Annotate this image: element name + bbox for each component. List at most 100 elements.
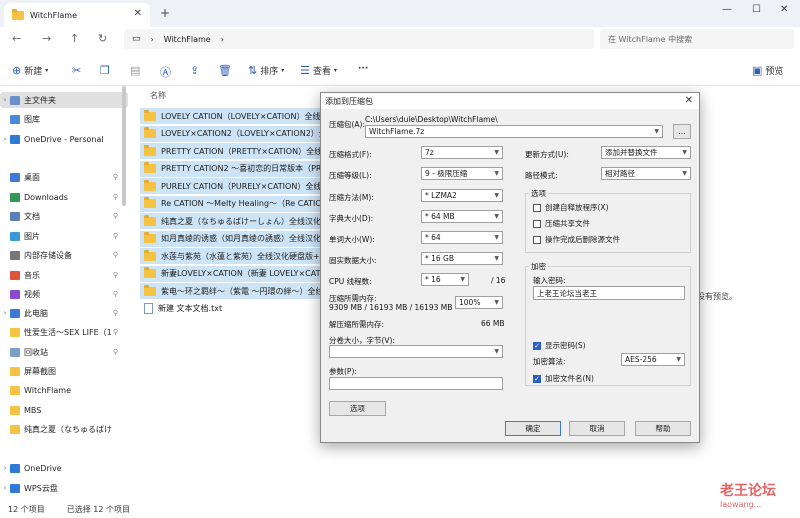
- close-tab-icon[interactable]: ✕: [134, 8, 142, 19]
- file-row[interactable]: 如月真绫的诱惑（如月真绫の誘惑）全线汉化...: [140, 230, 320, 247]
- delete-checkbox[interactable]: 操作完成后删除源文件: [533, 234, 620, 245]
- view-button[interactable]: ☰ 查看 ▾: [300, 64, 337, 77]
- sidebar-item-label: 图库: [24, 114, 40, 124]
- file-row[interactable]: LOVELY CATION（LOVELY×CATION）全线...: [140, 108, 320, 124]
- word-combo[interactable]: * 64 ▼: [421, 231, 503, 244]
- search-input[interactable]: 在 WitchFlame 中搜索: [600, 29, 794, 49]
- method-combo[interactable]: * LZMA2 ▼: [421, 189, 503, 202]
- sfx-checkbox[interactable]: 创建自释放程序(X): [533, 202, 609, 213]
- folder-icon: [144, 284, 156, 296]
- sidebar-item[interactable]: 文档 ⚲: [0, 208, 128, 224]
- update-combo[interactable]: 添加并替换文件 ▼: [601, 146, 691, 159]
- up-icon[interactable]: ↑: [70, 32, 79, 45]
- cancel-button[interactable]: 取消: [569, 421, 625, 436]
- encrypt-names-checkbox[interactable]: ✓ 加密文件名(N): [533, 373, 594, 384]
- sidebar-item[interactable]: › 此电脑 ⚲: [0, 305, 128, 321]
- minimize-icon[interactable]: —: [722, 4, 732, 15]
- new-tab-icon[interactable]: +: [160, 6, 170, 20]
- file-row[interactable]: PRETTY CATION2 ～喜初恋的日常版本（PRET...: [140, 160, 320, 177]
- sidebar-item[interactable]: 纯真之夏（なちゅるばけ: [0, 421, 128, 437]
- chevron-right-icon[interactable]: ›: [0, 135, 10, 143]
- file-row[interactable]: 纯真之夏（なちゅるばけーしょん）全线汉化...: [140, 213, 320, 229]
- sidebar-item[interactable]: Downloads ⚲: [0, 189, 128, 205]
- show-password-checkbox[interactable]: ✓ 显示密码(S): [533, 340, 586, 351]
- file-row[interactable]: PRETTY CATION（PRETTY×CATION）全线...: [140, 143, 320, 159]
- file-row[interactable]: PURELY CATION（PURELY×CATION）全线...: [140, 178, 320, 194]
- chevron-right-icon[interactable]: ›: [0, 484, 10, 492]
- sidebar-item[interactable]: MBS: [0, 402, 128, 418]
- share-icon[interactable]: ⇪: [190, 64, 199, 77]
- sidebar-item[interactable]: 音乐 ⚲: [0, 267, 128, 283]
- new-button[interactable]: ⊕ 新建 ▾: [12, 64, 48, 77]
- chevron-right-icon[interactable]: ›: [0, 464, 10, 472]
- chevron-right-icon[interactable]: ›: [0, 96, 10, 104]
- file-row[interactable]: 水莲与紫苑（水蓮と紫苑）全线汉化硬盘版+全...: [140, 248, 320, 264]
- enc-method-combo[interactable]: AES-256 ▼: [621, 353, 685, 366]
- shared-checkbox[interactable]: 压缩共享文件: [533, 218, 590, 229]
- folder-icon: [144, 232, 156, 243]
- archive-name-combo[interactable]: WitchFlame.7z ▼: [365, 125, 663, 138]
- sidebar-item[interactable]: › OneDrive - Personal: [0, 131, 128, 147]
- sidebar-scrollbar[interactable]: [122, 86, 126, 206]
- help-button[interactable]: 帮助: [635, 421, 691, 436]
- sidebar-item[interactable]: › 主文件夹: [0, 92, 128, 108]
- ok-button[interactable]: 确定: [505, 421, 561, 436]
- file-row[interactable]: 紫电～环之羁绊～（紫電 ～円環の絆～）全线...: [140, 283, 320, 299]
- browse-button[interactable]: ...: [673, 124, 691, 139]
- params-input[interactable]: [329, 377, 503, 390]
- column-header-name[interactable]: 名称: [150, 90, 166, 101]
- password-input[interactable]: 上老王论坛当老王: [533, 286, 685, 300]
- delete-icon[interactable]: 🗑: [218, 64, 232, 77]
- dialog-close-icon[interactable]: ✕: [685, 95, 693, 106]
- sort-button[interactable]: ⇅ 排序 ▾: [248, 64, 284, 77]
- maximize-icon[interactable]: ☐: [752, 4, 761, 15]
- breadcrumb[interactable]: WitchFlame: [164, 35, 211, 44]
- watermark-url: laowang...: [720, 500, 762, 509]
- refresh-icon[interactable]: ↻: [98, 32, 107, 45]
- file-row[interactable]: 新妻LOVELY×CATION（新妻 LOVELY×CATI...: [140, 265, 320, 282]
- more-button[interactable]: ···: [358, 64, 368, 74]
- dialog-title-bar: 添加到压缩包 ✕: [321, 93, 699, 109]
- paste-icon[interactable]: ▤: [130, 64, 140, 77]
- split-combo[interactable]: ▼: [329, 345, 503, 358]
- pin-icon: ⚲: [112, 193, 118, 201]
- sidebar-item-label: 屏幕截图: [24, 366, 56, 376]
- archive-label: 压缩包(A):: [329, 120, 366, 129]
- level-combo[interactable]: 9 - 极限压缩 ▼: [421, 167, 503, 180]
- copy-icon[interactable]: ❐: [100, 64, 110, 77]
- chevron-right-icon[interactable]: ›: [0, 309, 10, 317]
- file-row[interactable]: LOVELY×CATION2（LOVELY×CATION2）全...: [140, 125, 320, 142]
- solid-combo[interactable]: * 16 GB ▼: [421, 252, 503, 265]
- rename-icon[interactable]: Ⓐ: [160, 64, 171, 80]
- sidebar-item[interactable]: 内部存储设备 ⚲: [0, 247, 128, 263]
- address-input[interactable]: ▭ › WitchFlame ›: [124, 29, 594, 49]
- close-window-icon[interactable]: ✕: [780, 4, 788, 15]
- preview-button[interactable]: ▣ 预览: [752, 64, 783, 77]
- pin-icon: ⚲: [112, 173, 118, 181]
- sidebar-item-label: WitchFlame: [24, 385, 72, 395]
- sidebar-item[interactable]: 桌面 ⚲: [0, 169, 128, 185]
- threads-combo[interactable]: * 16 ▼: [421, 273, 469, 286]
- file-row[interactable]: Re CATION ～Melty Healing～（Re CATION...: [140, 195, 320, 212]
- sidebar-item[interactable]: › WPS云盘: [0, 480, 128, 496]
- back-icon[interactable]: ←: [12, 32, 21, 45]
- sidebar-item[interactable]: › OneDrive: [0, 460, 128, 476]
- mem-percent-combo[interactable]: 100% ▼: [455, 296, 503, 309]
- file-row[interactable]: 新建 文本文档.txt: [140, 301, 320, 317]
- options-button[interactable]: 选项: [329, 401, 386, 416]
- tab-title: WitchFlame: [30, 10, 78, 20]
- sidebar-item[interactable]: WitchFlame: [0, 382, 128, 398]
- cut-icon[interactable]: ✂: [72, 64, 81, 77]
- dict-combo[interactable]: * 64 MB ▼: [421, 210, 503, 223]
- tab-witchflame[interactable]: WitchFlame ✕: [4, 3, 150, 27]
- sidebar-item[interactable]: 图库: [0, 111, 128, 127]
- path-mode-combo[interactable]: 相对路径 ▼: [601, 167, 691, 180]
- sidebar-item[interactable]: 图片 ⚲: [0, 228, 128, 244]
- format-combo[interactable]: 7z ▼: [421, 146, 503, 159]
- sidebar-item[interactable]: 屏幕截图: [0, 363, 128, 379]
- sidebar-item[interactable]: 回收站 ⚲: [0, 344, 128, 360]
- forward-icon[interactable]: →: [42, 32, 51, 45]
- sidebar-item[interactable]: 视频 ⚲: [0, 286, 128, 302]
- delete-label: 操作完成后删除源文件: [545, 235, 620, 244]
- sidebar-item[interactable]: 性爱生活～SEX LIFE（1 ⚲: [0, 324, 128, 340]
